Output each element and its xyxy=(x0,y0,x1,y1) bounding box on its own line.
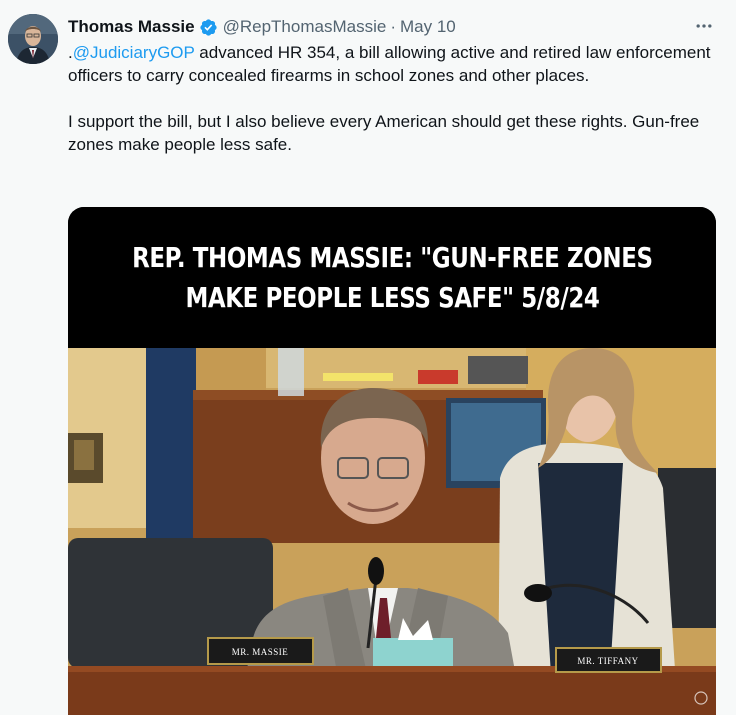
nameplate-tiffany: MR. TIFFANY xyxy=(577,656,638,666)
tweet-date[interactable]: May 10 xyxy=(400,17,456,37)
separator-dot: · xyxy=(390,17,396,36)
more-horizontal-icon[interactable] xyxy=(690,14,718,38)
video-media[interactable]: REP. THOMAS MASSIE: "GUN-FREE ZONES MAKE… xyxy=(68,207,716,715)
author-handle[interactable]: @RepThomasMassie xyxy=(223,17,387,37)
author-name[interactable]: Thomas Massie xyxy=(68,17,195,37)
tweet-card[interactable]: Thomas Massie @RepThomasMassie · May 10 … xyxy=(0,0,736,715)
banner-line-2: MAKE PEOPLE LESS SAFE" 5/8/24 xyxy=(184,280,600,314)
banner-line-1: REP. THOMAS MASSIE: "GUN-FREE ZONES xyxy=(131,240,653,274)
tweet-paragraph-1: .@JudiciaryGOP advanced HR 354, a bill a… xyxy=(68,41,723,87)
mention-link[interactable]: @JudiciaryGOP xyxy=(73,43,195,62)
video-title-banner: REP. THOMAS MASSIE: "GUN-FREE ZONES MAKE… xyxy=(68,207,716,348)
tweet-text: .@JudiciaryGOP advanced HR 354, a bill a… xyxy=(68,41,723,156)
tweet-header: Thomas Massie @RepThomasMassie · May 10 xyxy=(68,15,456,39)
author-avatar[interactable] xyxy=(8,14,58,64)
verified-badge-icon xyxy=(199,18,218,37)
video-frame[interactable]: MR. MASSIE MR. TIFFANY xyxy=(68,348,716,715)
tweet-paragraph-2: I support the bill, but I also believe e… xyxy=(68,112,700,154)
nameplate-massie: MR. MASSIE xyxy=(232,647,289,657)
